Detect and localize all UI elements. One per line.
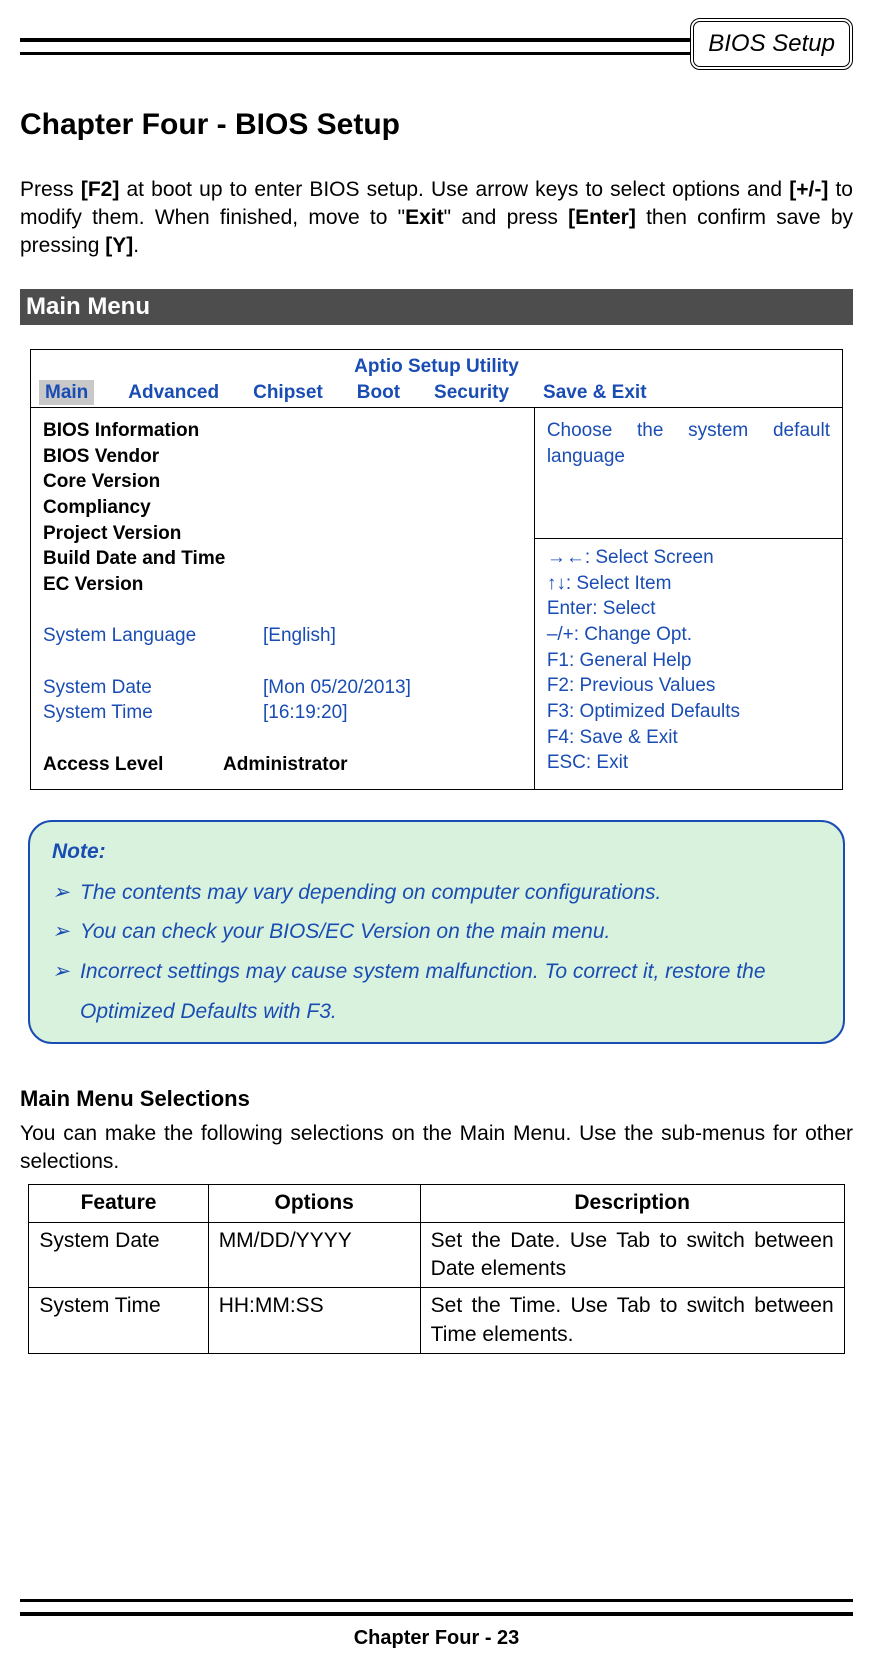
- access-level-label: Access Level: [43, 752, 223, 778]
- bios-tab-chipset: Chipset: [253, 380, 323, 406]
- col-options: Options: [208, 1185, 420, 1222]
- bios-tab-bar: Main Advanced Chipset Boot Security Save…: [31, 380, 842, 409]
- bios-help-description: Choose the system default language: [535, 408, 842, 539]
- help-key-line: Enter: Select: [547, 596, 830, 622]
- bios-tab-boot: Boot: [357, 380, 400, 406]
- note-box: Note: The contents may vary depending on…: [28, 820, 845, 1044]
- cell-options: MM/DD/YYYY: [208, 1222, 420, 1288]
- key-enter: [Enter]: [568, 206, 636, 229]
- intro-text: .: [133, 234, 139, 257]
- intro-text: " and press: [444, 206, 569, 229]
- intro-paragraph: Press [F2] at boot up to enter BIOS setu…: [20, 176, 853, 261]
- bios-compliancy-label: Compliancy: [43, 495, 522, 521]
- help-key-line: –/+: Change Opt.: [547, 622, 830, 648]
- cell-description: Set the Time. Use Tab to switch between …: [420, 1288, 844, 1354]
- bios-build-label: Build Date and Time: [43, 546, 522, 572]
- system-date-label: System Date: [43, 675, 263, 701]
- header-badge: BIOS Setup: [690, 18, 853, 70]
- system-time-label: System Time: [43, 700, 263, 726]
- help-key-line: ESC: Exit: [547, 750, 830, 776]
- bios-left-panel: BIOS Information BIOS Vendor Core Versio…: [31, 408, 534, 789]
- help-key-line: ↑↓: Select Item: [547, 571, 830, 597]
- help-key-line: →←: Select Screen: [547, 545, 830, 571]
- col-description: Description: [420, 1185, 844, 1222]
- col-feature: Feature: [29, 1185, 208, 1222]
- cell-description: Set the Date. Use Tab to switch between …: [420, 1222, 844, 1288]
- bios-vendor-label: BIOS Vendor: [43, 444, 522, 470]
- bios-help-keys: →←: Select Screen ↑↓: Select Item Enter:…: [535, 539, 842, 786]
- bios-tab-main: Main: [39, 380, 94, 406]
- cell-options: HH:MM:SS: [208, 1288, 420, 1354]
- bios-utility-title: Aptio Setup Utility: [31, 350, 842, 380]
- intro-text: Press: [20, 178, 81, 201]
- table-row: System Time HH:MM:SS Set the Time. Use T…: [29, 1288, 844, 1354]
- main-menu-selections-heading: Main Menu Selections: [20, 1084, 853, 1114]
- key-f2: [F2]: [81, 178, 120, 201]
- system-language-label: System Language: [43, 623, 263, 649]
- note-item: You can check your BIOS/EC Version on th…: [52, 912, 821, 952]
- bios-tab-advanced: Advanced: [128, 380, 219, 406]
- bios-info-heading: BIOS Information: [43, 418, 522, 444]
- note-item: Incorrect settings may cause system malf…: [52, 952, 821, 1032]
- cell-feature: System Date: [29, 1222, 208, 1288]
- help-key-line: F3: Optimized Defaults: [547, 699, 830, 725]
- header-badge-text: BIOS Setup: [708, 30, 835, 57]
- bios-tab-save-exit: Save & Exit: [543, 380, 647, 406]
- selections-paragraph: You can make the following selections on…: [20, 1120, 853, 1177]
- note-item: The contents may vary depending on compu…: [52, 873, 821, 913]
- access-level-value: Administrator: [223, 752, 348, 778]
- exit-word: Exit: [405, 206, 444, 229]
- selections-table: Feature Options Description System Date …: [28, 1184, 844, 1354]
- section-heading-main-menu: Main Menu: [20, 289, 853, 325]
- bios-core-label: Core Version: [43, 469, 522, 495]
- page-footer: Chapter Four - 23: [0, 1625, 873, 1652]
- footer-rule: [20, 1599, 853, 1616]
- header-rule: BIOS Setup: [20, 38, 853, 55]
- system-time-value: [16:19:20]: [263, 700, 348, 726]
- help-key-line: F4: Save & Exit: [547, 725, 830, 751]
- help-key-line: F1: General Help: [547, 648, 830, 674]
- intro-text: at boot up to enter BIOS setup. Use arro…: [119, 178, 789, 201]
- table-header-row: Feature Options Description: [29, 1185, 844, 1222]
- bios-ec-label: EC Version: [43, 572, 522, 598]
- system-date-value: [Mon 05/20/2013]: [263, 675, 411, 701]
- bios-project-label: Project Version: [43, 521, 522, 547]
- key-y: [Y]: [105, 234, 133, 257]
- chapter-title: Chapter Four - BIOS Setup: [20, 105, 853, 146]
- table-row: System Date MM/DD/YYYY Set the Date. Use…: [29, 1222, 844, 1288]
- bios-tab-security: Security: [434, 380, 509, 406]
- bios-screenshot: Aptio Setup Utility Main Advanced Chipse…: [30, 349, 843, 790]
- help-key-line: F2: Previous Values: [547, 673, 830, 699]
- note-title: Note:: [52, 838, 821, 866]
- cell-feature: System Time: [29, 1288, 208, 1354]
- system-language-value: [English]: [263, 623, 336, 649]
- key-plus-minus: [+/-]: [789, 178, 828, 201]
